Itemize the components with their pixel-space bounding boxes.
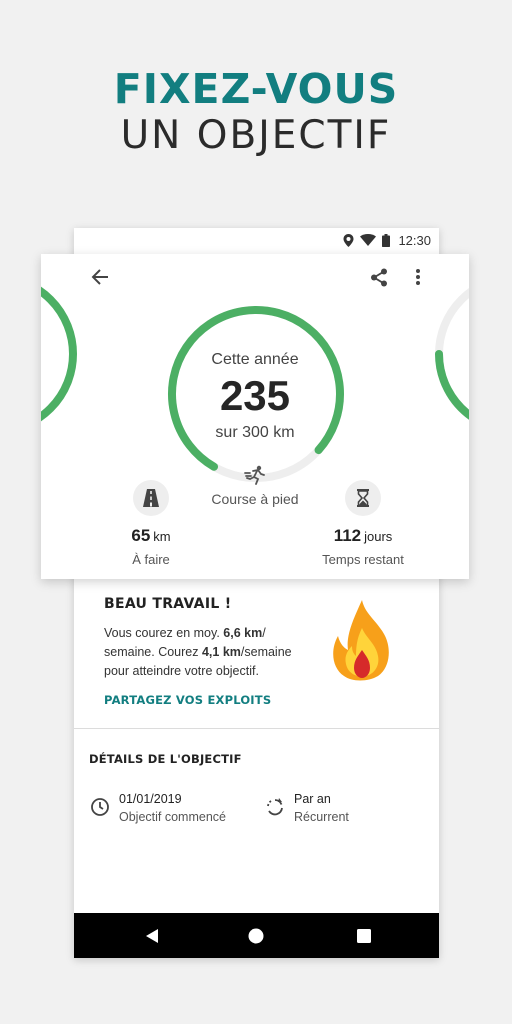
clock-icon — [91, 798, 109, 816]
stat-time-left-value: 112 jours — [333, 526, 393, 545]
stat-remaining: 65 km À faire — [96, 480, 206, 567]
goal-target-label: sur 300 km — [215, 424, 295, 441]
detail-recurrence: Par an Récurrent — [294, 792, 349, 824]
android-nav-bar — [74, 913, 439, 958]
detail-start-value: 01/01/2019 — [119, 792, 182, 806]
wifi-icon — [360, 234, 377, 246]
nav-home-button[interactable] — [236, 913, 276, 958]
hourglass-icon — [357, 489, 369, 507]
flame-icon — [333, 600, 389, 681]
nav-back-button[interactable] — [132, 913, 172, 958]
road-icon-circle — [133, 480, 169, 516]
encouragement-text: Vous courez en moy. 6,6 km/ semaine. Cou… — [104, 626, 292, 678]
status-bar: 12:30 — [74, 228, 439, 252]
detail-start: 01/01/2019 Objectif commencé — [119, 792, 226, 824]
repeat-icon — [267, 798, 283, 816]
stat-time-left: 112 jours Temps restant — [303, 480, 423, 567]
detail-recurrence-value: Par an — [294, 792, 331, 806]
promo-subtitle: UN OBJECTIF — [120, 113, 392, 158]
promo-headline: FIXEZ-VOUS UN OBJECTIF — [0, 64, 512, 160]
running-icon — [244, 465, 265, 485]
details-title: DÉTAILS DE L'OBJECTIF — [89, 752, 242, 766]
section-divider — [74, 728, 439, 729]
hourglass-icon-circle — [345, 480, 381, 516]
nav-recents-button[interactable] — [344, 913, 384, 958]
promo-title: FIXEZ-VOUS — [113, 65, 399, 113]
detail-start-icon-wrap — [90, 797, 110, 822]
detail-recurrence-label: Récurrent — [294, 810, 349, 824]
stat-time-left-label: Temps restant — [322, 552, 404, 567]
encouragement-section: BEAU TRAVAIL ! Vous courez en moy. 6,6 k… — [104, 596, 319, 707]
encouragement-title: BEAU TRAVAIL ! — [104, 596, 232, 612]
nav-recents-icon — [357, 928, 371, 943]
battery-icon — [382, 233, 391, 247]
status-time: 12:30 — [398, 232, 431, 248]
goal-card: Cette année 235 sur 300 km Course à pied… — [41, 254, 469, 579]
stat-remaining-label: À faire — [132, 552, 170, 567]
stat-remaining-value: 65 km — [131, 526, 171, 545]
nav-back-icon — [146, 928, 158, 943]
nav-home-icon — [248, 928, 264, 943]
location-icon — [343, 233, 354, 247]
road-icon — [143, 489, 159, 507]
detail-start-label: Objectif commencé — [119, 810, 226, 824]
share-exploits-link[interactable]: PARTAGEZ VOS EXPLOITS — [104, 693, 319, 707]
goal-period-label: Cette année — [211, 351, 299, 368]
detail-recurrence-icon-wrap — [265, 797, 285, 822]
goal-current-value: 235 — [219, 372, 291, 419]
